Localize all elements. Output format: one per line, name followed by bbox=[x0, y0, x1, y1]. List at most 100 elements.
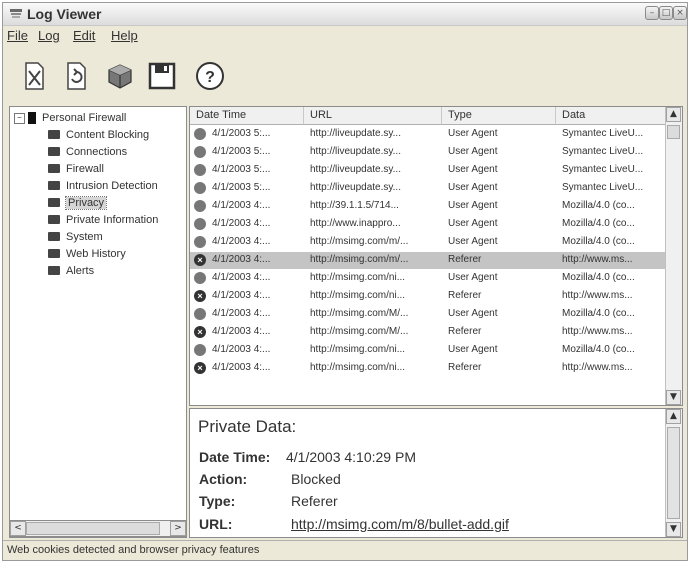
save-icon[interactable] bbox=[145, 59, 179, 93]
cell-date: 4/1/2003 5:... bbox=[212, 164, 271, 175]
cell-data: Symantec LiveU... bbox=[562, 128, 644, 139]
folder-icon bbox=[48, 164, 60, 173]
cell-type: User Agent bbox=[448, 164, 498, 175]
scroll-up-icon[interactable]: ▲ bbox=[666, 409, 681, 424]
menu-log[interactable]: Log bbox=[38, 28, 60, 43]
cell-type: User Agent bbox=[448, 344, 498, 355]
cell-data: Symantec LiveU... bbox=[562, 146, 644, 157]
column-header-date-time[interactable]: Date Time bbox=[190, 107, 304, 125]
type-label: Type: bbox=[199, 493, 236, 509]
scroll-up-icon[interactable]: ▲ bbox=[666, 107, 681, 122]
cell-url: http://msimg.com/m/... bbox=[310, 236, 409, 247]
tree-horizontal-scrollbar[interactable]: < > bbox=[9, 520, 187, 537]
cell-url: http://msimg.com/M/... bbox=[310, 308, 409, 319]
table-row[interactable]: 4/1/2003 4:... http://39.1.1.5/714... User… bbox=[190, 198, 667, 215]
clear-log-icon[interactable] bbox=[17, 59, 51, 93]
blocked-icon: × bbox=[194, 290, 206, 302]
close-button[interactable]: × bbox=[673, 6, 687, 20]
gear-icon[interactable] bbox=[103, 59, 137, 93]
table-row[interactable]: 4/1/2003 4:... http://msimg.com/m/... User… bbox=[190, 234, 667, 251]
table-row[interactable]: 4/1/2003 5:... http://liveupdate.sy... Use… bbox=[190, 126, 667, 143]
log-table: Date Time URL Type Data 4/1/2003 5:... ht… bbox=[189, 106, 683, 406]
cell-url: http://msimg.com/ni... bbox=[310, 362, 406, 373]
column-header-type[interactable]: Type bbox=[442, 107, 556, 125]
action-value: Blocked bbox=[291, 471, 341, 487]
minimize-button[interactable]: – bbox=[645, 6, 659, 20]
tree-item-label: Private Information bbox=[66, 214, 159, 226]
cell-data: Mozilla/4.0 (co... bbox=[562, 308, 635, 319]
folder-icon bbox=[48, 198, 60, 207]
cell-data: Mozilla/4.0 (co... bbox=[562, 344, 635, 355]
cell-url: http://liveupdate.sy... bbox=[310, 146, 401, 157]
scroll-down-icon[interactable]: ▼ bbox=[666, 522, 681, 537]
cell-date: 4/1/2003 4:... bbox=[212, 218, 271, 229]
cell-url: http://msimg.com/ni... bbox=[310, 272, 406, 283]
cell-data: Mozilla/4.0 (co... bbox=[562, 272, 635, 283]
column-header-data[interactable]: Data bbox=[556, 107, 667, 125]
firewall-icon bbox=[28, 112, 36, 124]
tree-item-label: System bbox=[66, 231, 103, 243]
folder-icon bbox=[48, 215, 60, 224]
collapse-icon[interactable]: − bbox=[14, 113, 25, 124]
table-row[interactable]: 4/1/2003 5:... http://liveupdate.sy... Use… bbox=[190, 162, 667, 179]
menu-log-label: Log bbox=[38, 28, 60, 43]
menu-file[interactable]: File bbox=[7, 28, 28, 43]
tree-item-label: Privacy bbox=[64, 196, 108, 210]
cell-data: http://www.ms... bbox=[562, 326, 633, 337]
tree-item-label: Firewall bbox=[66, 163, 104, 175]
category-tree: − Personal Firewall Content Blocking Con… bbox=[9, 106, 187, 538]
scroll-thumb[interactable] bbox=[667, 125, 680, 139]
cell-url: http://www.inappro... bbox=[310, 218, 401, 229]
info-icon bbox=[194, 164, 206, 176]
table-row[interactable]: 4/1/2003 4:... http://msimg.com/ni... User… bbox=[190, 270, 667, 287]
scroll-thumb[interactable] bbox=[667, 427, 680, 519]
url-label: URL: bbox=[199, 516, 233, 532]
table-vertical-scrollbar[interactable]: ▲ ▼ bbox=[665, 107, 682, 405]
info-icon bbox=[194, 308, 206, 320]
svg-text:?: ? bbox=[205, 69, 215, 86]
cell-url: http://liveupdate.sy... bbox=[310, 128, 401, 139]
cell-date: 4/1/2003 4:... bbox=[212, 236, 271, 247]
help-icon[interactable]: ? bbox=[193, 59, 227, 93]
folder-icon bbox=[48, 266, 60, 275]
scroll-left-icon[interactable]: < bbox=[10, 521, 26, 536]
cell-date: 4/1/2003 5:... bbox=[212, 146, 271, 157]
cell-url: http://msimg.com/ni... bbox=[310, 290, 406, 301]
window-title: Log Viewer bbox=[27, 6, 102, 22]
cell-date: 4/1/2003 5:... bbox=[212, 128, 271, 139]
datetime-label: Date Time: bbox=[199, 449, 271, 465]
tree-item-label: Web History bbox=[66, 248, 126, 260]
cell-date: 4/1/2003 4:... bbox=[212, 308, 271, 319]
table-row[interactable]: × 4/1/2003 4:... http://msimg.com/M/... Ref… bbox=[190, 324, 667, 341]
blocked-icon: × bbox=[194, 362, 206, 374]
cell-date: 4/1/2003 4:... bbox=[212, 326, 271, 337]
menu-file-label: File bbox=[7, 28, 28, 43]
table-row[interactable]: × 4/1/2003 4:... http://msimg.com/m/... Ref… bbox=[190, 252, 667, 269]
folder-icon bbox=[48, 147, 60, 156]
menu-edit[interactable]: Edit bbox=[73, 28, 95, 43]
scroll-right-icon[interactable]: > bbox=[170, 521, 186, 536]
blocked-icon: × bbox=[194, 254, 206, 266]
refresh-icon[interactable] bbox=[59, 59, 93, 93]
info-icon bbox=[194, 200, 206, 212]
table-row[interactable]: 4/1/2003 5:... http://liveupdate.sy... Use… bbox=[190, 144, 667, 161]
maximize-button[interactable]: □ bbox=[659, 6, 673, 20]
scroll-thumb[interactable] bbox=[26, 522, 160, 535]
column-header-url[interactable]: URL bbox=[304, 107, 442, 125]
url-link[interactable]: http://msimg.com/m/8/bullet-add.gif bbox=[291, 516, 509, 532]
table-row[interactable]: × 4/1/2003 4:... http://msimg.com/ni... Ref… bbox=[190, 360, 667, 377]
table-row[interactable]: 4/1/2003 4:... http://www.inappro... User … bbox=[190, 216, 667, 233]
table-row[interactable]: 4/1/2003 4:... http://msimg.com/M/... User… bbox=[190, 306, 667, 323]
info-icon bbox=[194, 272, 206, 284]
scroll-down-icon[interactable]: ▼ bbox=[666, 390, 681, 405]
menu-help[interactable]: Help bbox=[111, 28, 138, 43]
folder-icon bbox=[48, 181, 60, 190]
blocked-icon: × bbox=[194, 326, 206, 338]
table-row[interactable]: 4/1/2003 4:... http://msimg.com/ni... User… bbox=[190, 342, 667, 359]
table-row[interactable]: 4/1/2003 5:... http://liveupdate.sy... Use… bbox=[190, 180, 667, 197]
cell-url: http://liveupdate.sy... bbox=[310, 182, 401, 193]
table-row[interactable]: × 4/1/2003 4:... http://msimg.com/ni... Ref… bbox=[190, 288, 667, 305]
detail-vertical-scrollbar[interactable]: ▲ ▼ bbox=[665, 409, 682, 537]
cell-data: Symantec LiveU... bbox=[562, 164, 644, 175]
datetime-value: 4/1/2003 4:10:29 PM bbox=[286, 449, 416, 465]
